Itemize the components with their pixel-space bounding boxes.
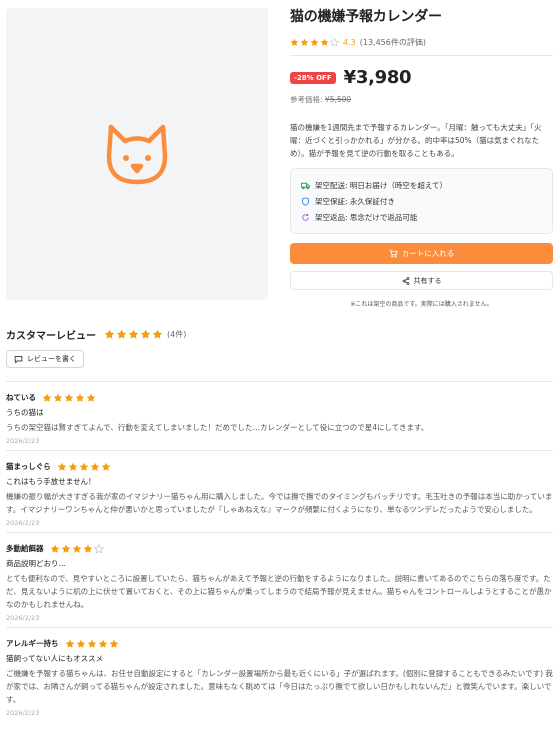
comment-icon — [14, 355, 23, 364]
star-filled-icon — [90, 462, 99, 471]
star-filled-icon — [79, 462, 88, 471]
star-filled-icon — [98, 639, 107, 648]
star-filled-icon — [57, 462, 66, 471]
rating-row: 4.3 (13,456件の評価) — [290, 37, 553, 48]
star-filled-icon — [42, 393, 52, 402]
star-filled-icon — [53, 393, 63, 402]
rating-value: 4.3 — [343, 38, 356, 47]
review-header: アレルギー持ち — [6, 638, 553, 649]
fictional-notice: ※これは架空の商品です。実際には購入されません。 — [350, 301, 493, 308]
review-header: ねている — [6, 392, 553, 403]
feature-text: 架空返品: 思念だけで返品可能 — [315, 212, 418, 222]
reference-price-value: ¥5,500 — [324, 95, 352, 104]
feature-returns: 架空返品: 思念だけで返品可能 — [301, 209, 542, 225]
review-title: 商品説明どおり… — [6, 559, 66, 568]
review-stars — [65, 639, 119, 649]
review-stars — [57, 462, 111, 472]
reference-price: 参考価格: ¥5,500 — [290, 94, 553, 105]
review-item: アレルギー持ち 猫飼ってない人にもオススメ ご機嫌を予報する猫ちゃんは、お任せ自… — [6, 627, 553, 722]
star-filled-icon — [65, 639, 74, 648]
star-filled-icon — [109, 639, 118, 648]
star-empty-icon — [330, 38, 339, 47]
add-to-cart-label: カートに入れる — [401, 249, 455, 258]
feature-text: 架空保証: 永久保証付き — [315, 196, 395, 206]
star-filled-icon — [83, 544, 92, 553]
reference-price-label: 参考価格: — [290, 95, 325, 104]
review-author: 多動給餌器 — [6, 544, 44, 553]
rating-count[interactable]: (13,456件の評価) — [360, 37, 426, 48]
write-review-button[interactable]: レビューを書く — [6, 350, 84, 368]
star-filled-icon — [320, 38, 329, 46]
product-image — [6, 8, 268, 300]
truck-icon — [301, 182, 310, 189]
star-filled-icon — [61, 544, 70, 553]
price: ¥3,980 — [343, 67, 412, 88]
price-row: -28% OFF ¥3,980 — [290, 67, 553, 88]
star-empty-icon — [93, 543, 104, 553]
discount-badge: -28% OFF — [290, 71, 336, 84]
star-filled-icon — [64, 393, 74, 402]
star-filled-icon — [140, 329, 151, 339]
reviews-title: カスタマーレビュー — [6, 331, 96, 342]
review-body: うちの架空猫は賢すぎてよんで、行動を変えてしまいました！だめでした…カレンダーと… — [6, 423, 429, 432]
star-filled-icon — [300, 38, 309, 46]
review-stars — [50, 543, 104, 554]
divider — [290, 55, 553, 56]
review-header: 猫まっしぐら — [6, 461, 553, 472]
star-filled-icon — [310, 38, 319, 46]
reviews-star-rating — [104, 329, 163, 340]
review-date: 2026/2/23 — [6, 519, 40, 527]
review-date: 2026/2/23 — [6, 614, 40, 622]
star-filled-icon — [152, 329, 163, 339]
review-title: うちの猫は — [6, 408, 44, 417]
review-item: ねている うちの猫は うちの架空猫は賢すぎてよんで、行動を変えてしまいました！だ… — [6, 381, 553, 450]
add-to-cart-button[interactable]: カートに入れる — [290, 243, 553, 264]
cart-icon — [389, 249, 398, 258]
feature-warranty: 架空保証: 永久保証付き — [301, 193, 542, 209]
star-filled-icon — [50, 544, 59, 553]
write-review-label: レビューを書く — [27, 355, 76, 363]
review-date: 2026/2/23 — [6, 709, 40, 717]
star-filled-icon — [68, 462, 77, 471]
star-filled-icon — [72, 544, 81, 553]
star-filled-icon — [75, 393, 85, 402]
review-author: 猫まっしぐら — [6, 462, 51, 471]
review-date: 2026/2/23 — [6, 437, 40, 445]
star-filled-icon — [128, 329, 139, 339]
reviews-count: (4件) — [167, 330, 187, 339]
review-body: 機嫌の振り幅が大きすぎる我が家のイマジナリー猫ちゃん用に購入しました。今では撫で… — [6, 492, 553, 514]
product-info: 猫の機嫌予報カレンダー 4.3 (13,456件の評価) -28% OFF ¥3… — [290, 8, 553, 308]
feature-text: 架空配送: 明日お届け（時空を超えて） — [315, 180, 448, 190]
share-icon — [402, 276, 409, 285]
share-button[interactable]: 共有する — [290, 271, 553, 290]
reviews-header: カスタマーレビュー (4件) — [6, 327, 186, 342]
review-header: 多動給餌器 — [6, 543, 553, 554]
review-author: ねている — [6, 393, 36, 402]
star-filled-icon — [86, 393, 96, 402]
product-title: 猫の機嫌予報カレンダー — [290, 9, 442, 25]
star-filled-icon — [290, 38, 299, 46]
review-list: ねている うちの猫は うちの架空猫は賢すぎてよんで、行動を変えてしまいました！だ… — [6, 381, 553, 722]
feature-shipping: 架空配送: 明日お届け（時空を超えて） — [301, 177, 542, 193]
review-stars — [42, 393, 96, 403]
refresh-icon — [302, 213, 309, 221]
review-body: ご機嫌を予報する猫ちゃんは、お任せ自動設定にすると「カレンダー設置場所から最も近… — [6, 669, 553, 704]
review-item: 多動給餌器 商品説明どおり… とても便利なので、見やすいところに設置していたら、… — [6, 532, 553, 627]
star-filled-icon — [116, 329, 127, 339]
review-author: アレルギー持ち — [6, 639, 59, 648]
cat-icon — [106, 124, 168, 185]
review-body: とても便利なので、見やすいところに設置していたら、猫ちゃんがあえて予報と逆の行動… — [6, 574, 552, 609]
review-item: 猫まっしぐら これはもう手放せません！ 機嫌の振り幅が大きすぎる我が家のイマジナ… — [6, 450, 553, 532]
star-filled-icon — [87, 639, 96, 648]
star-filled-icon — [76, 639, 85, 648]
features-box: 架空配送: 明日お届け（時空を超えて） 架空保証: 永久保証付き 架空返品: 思… — [290, 168, 553, 234]
share-label: 共有する — [413, 276, 442, 285]
review-title: これはもう手放せません！ — [6, 477, 96, 486]
star-filled-icon — [104, 329, 115, 339]
star-filled-icon — [101, 462, 110, 471]
star-rating — [290, 38, 339, 47]
review-title: 猫飼ってない人にもオススメ — [6, 654, 104, 663]
product-description: 猫の機嫌を1週間先まで予報するカレンダー。「月曜：触っても大丈夫」「火曜：近づく… — [290, 123, 542, 158]
shield-icon — [301, 196, 310, 206]
